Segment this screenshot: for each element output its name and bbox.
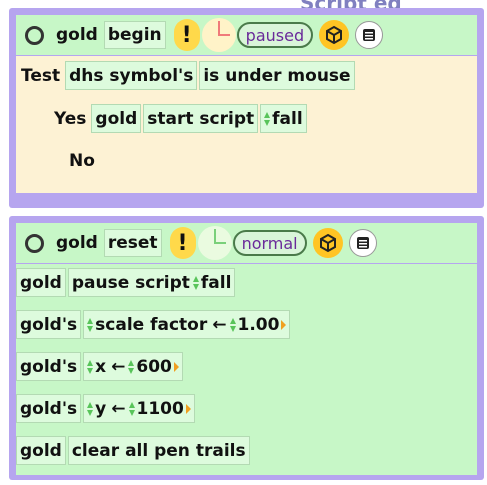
test-row: Test dhs symbol's is under mouse xyxy=(18,61,355,90)
clock-hand-icon xyxy=(213,242,226,244)
assignment-tile[interactable]: x ← 600 xyxy=(83,352,183,381)
script-name-field[interactable]: reset xyxy=(103,229,162,257)
clock-hand-icon xyxy=(217,34,230,36)
script-object-name[interactable]: gold xyxy=(56,233,98,253)
test-keyword[interactable]: Test xyxy=(18,61,63,90)
menu-icon[interactable] xyxy=(355,21,384,49)
updown-arrows-icon[interactable] xyxy=(87,317,94,332)
script-line: gold's scale factor ← 1.00 xyxy=(16,310,291,339)
command-tile[interactable]: clear all pen trails xyxy=(67,436,250,465)
exclamation-icon[interactable]: ! xyxy=(173,19,200,51)
clock-icon[interactable] xyxy=(201,18,236,52)
value-field[interactable]: 1100 xyxy=(137,399,184,419)
yes-row: Yes gold start script fall xyxy=(51,104,307,133)
property-name[interactable]: y xyxy=(95,399,106,419)
no-row: No xyxy=(66,146,98,175)
object-tile[interactable]: gold's xyxy=(16,352,82,381)
test-block[interactable]: Test dhs symbol's is under mouse Yes gol… xyxy=(16,56,477,193)
object-tile[interactable]: gold's xyxy=(16,394,82,423)
expand-arrow-icon[interactable] xyxy=(185,403,191,414)
object-tile[interactable]: gold xyxy=(16,268,66,297)
property-name[interactable]: scale factor xyxy=(95,315,207,335)
script-line: gold pause script fall xyxy=(16,268,236,297)
no-label: No xyxy=(69,150,95,171)
exclamation-icon[interactable]: ! xyxy=(169,227,196,259)
expand-arrow-icon[interactable] xyxy=(173,361,179,372)
test-condition-tile[interactable]: is under mouse xyxy=(199,61,355,90)
script-body[interactable]: gold pause script fall gold's scale facto… xyxy=(16,264,477,475)
value-field[interactable]: 600 xyxy=(136,357,172,377)
script-object-name[interactable]: gold xyxy=(56,25,98,45)
yes-arg-value: fall xyxy=(272,108,303,129)
object-tile[interactable]: gold's xyxy=(16,310,82,339)
script-status-selector[interactable]: normal xyxy=(232,230,307,256)
menu-icon[interactable] xyxy=(348,229,377,257)
script-line: gold clear all pen trails xyxy=(16,436,250,465)
yes-object-tile[interactable]: gold xyxy=(91,104,142,133)
script-header[interactable]: gold reset ! normal xyxy=(16,223,477,263)
script-panel-begin[interactable]: gold begin ! paused Test dhs symbol's is… xyxy=(9,8,484,208)
assign-arrow-icon[interactable]: ← xyxy=(212,315,226,335)
script-name-field[interactable]: begin xyxy=(103,21,166,49)
assignment-tile[interactable]: y ← 1100 xyxy=(83,394,195,423)
script-panel-reset[interactable]: gold reset ! normal gold pause script fa… xyxy=(9,216,484,480)
circle-icon[interactable] xyxy=(25,233,44,253)
cube-icon[interactable] xyxy=(312,228,343,258)
yes-label: Yes xyxy=(54,108,87,129)
command-label: pause script xyxy=(71,272,190,293)
updown-arrows-icon[interactable] xyxy=(229,317,237,332)
command-tile[interactable]: pause script fall xyxy=(67,268,236,297)
assign-arrow-icon[interactable]: ← xyxy=(111,357,125,377)
test-subject-tile[interactable]: dhs symbol's xyxy=(65,61,198,90)
value-field[interactable]: 1.00 xyxy=(238,315,280,335)
assign-arrow-icon[interactable]: ← xyxy=(111,399,125,419)
yes-arg-tile[interactable]: fall xyxy=(260,104,307,133)
object-tile[interactable]: gold xyxy=(16,436,66,465)
updown-arrows-icon[interactable] xyxy=(87,401,94,416)
run-once-label: ! xyxy=(181,22,192,48)
script-header[interactable]: gold begin ! paused xyxy=(16,15,477,55)
script-status-selector[interactable]: paused xyxy=(236,22,314,48)
yes-command-tile[interactable]: start script xyxy=(143,104,259,133)
updown-arrows-icon[interactable] xyxy=(128,401,136,416)
expand-arrow-icon[interactable] xyxy=(281,319,287,330)
cube-icon[interactable] xyxy=(319,20,350,50)
clock-hand-icon xyxy=(213,229,216,243)
updown-arrows-icon[interactable] xyxy=(192,275,200,290)
run-once-label: ! xyxy=(177,230,188,256)
property-name[interactable]: x xyxy=(95,357,106,377)
clock-icon[interactable] xyxy=(197,226,232,260)
clock-hand-icon xyxy=(217,21,220,35)
updown-arrows-icon[interactable] xyxy=(128,359,135,374)
script-line: gold's y ← 1100 xyxy=(16,394,195,423)
updown-arrows-icon[interactable] xyxy=(264,111,271,126)
assignment-tile[interactable]: scale factor ← 1.00 xyxy=(83,310,291,339)
script-line: gold's x ← 600 xyxy=(16,352,183,381)
updown-arrows-icon[interactable] xyxy=(87,359,94,374)
circle-icon[interactable] xyxy=(25,25,44,45)
command-arg[interactable]: fall xyxy=(201,273,232,293)
